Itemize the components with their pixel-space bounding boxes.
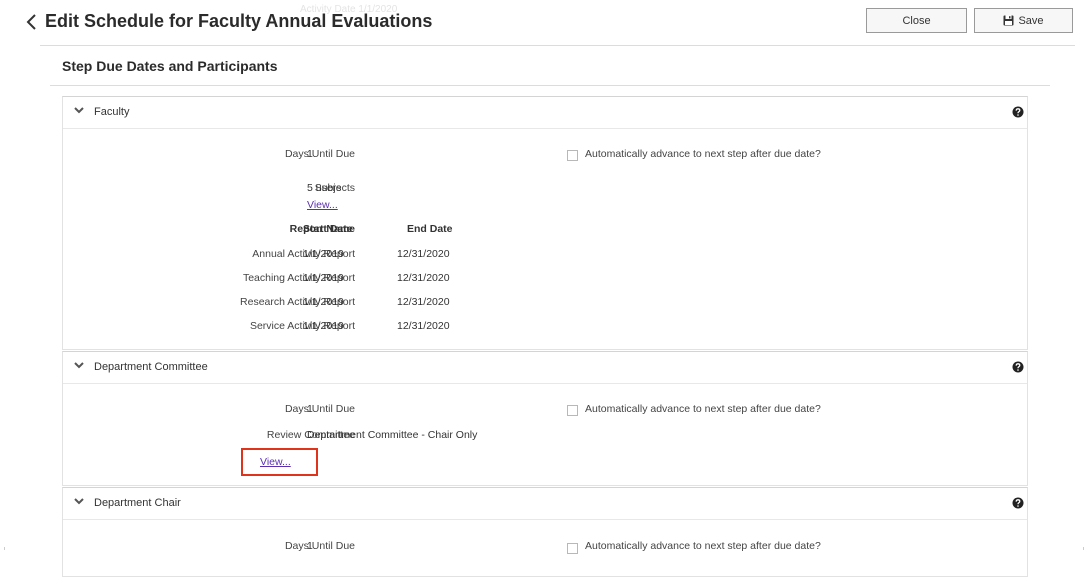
- subjects-view-link[interactable]: View...: [307, 199, 338, 211]
- auto-advance-label: Automatically advance to next step after…: [585, 540, 821, 552]
- auto-advance-label: Automatically advance to next step after…: [585, 148, 821, 160]
- close-button-label: Close: [902, 14, 931, 27]
- faculty-panel-header[interactable]: Faculty: [63, 97, 1027, 129]
- back-chevron-icon[interactable]: [24, 13, 40, 31]
- table-row-start: 1/1/2019: [303, 248, 344, 260]
- table-row-end: 12/31/2020: [397, 248, 450, 260]
- table-row-start: 1/1/2019: [303, 320, 344, 332]
- auto-advance-checkbox[interactable]: [567, 405, 578, 416]
- chair-panel-title: Department Chair: [94, 497, 181, 509]
- chair-panel-header[interactable]: Department Chair: [63, 488, 1027, 520]
- auto-advance-label: Automatically advance to next step after…: [585, 403, 821, 415]
- save-button[interactable]: Save: [974, 8, 1073, 33]
- table-row-end: 12/31/2020: [397, 272, 450, 284]
- help-question-icon[interactable]: [1012, 106, 1024, 118]
- committee-panel-header[interactable]: Department Committee: [63, 352, 1027, 384]
- committee-panel-title: Department Committee: [94, 361, 208, 373]
- left-edge-mark: [4, 547, 5, 550]
- page-header: Edit Schedule for Faculty Annual Evaluat…: [0, 0, 1088, 46]
- help-question-icon[interactable]: [1012, 497, 1024, 509]
- section-divider: [50, 85, 1050, 86]
- chevron-down-icon: [74, 107, 84, 114]
- days-until-due-value: 1: [307, 148, 313, 160]
- table-row-end: 12/31/2020: [397, 320, 450, 332]
- faculty-panel-title: Faculty: [94, 106, 130, 118]
- days-until-due-value: 1: [307, 540, 313, 552]
- faculty-panel: Faculty Days Until Due 1 Automatically a…: [62, 96, 1028, 350]
- chevron-down-icon: [74, 362, 84, 369]
- table-row-end: 12/31/2020: [397, 296, 450, 308]
- table-row-start: 1/1/2019: [303, 296, 344, 308]
- save-button-label: Save: [1018, 14, 1044, 27]
- right-edge-mark: [1083, 547, 1084, 550]
- ghost-activity-date: Activity Date 1/1/2020: [300, 4, 398, 15]
- section-title: Step Due Dates and Participants: [62, 58, 278, 74]
- subjects-value: 5 users: [307, 182, 342, 194]
- days-until-due-label: Days Until Due: [284, 540, 355, 552]
- days-until-due-label: Days Until Due: [284, 148, 355, 160]
- chevron-down-icon: [74, 498, 84, 505]
- header-divider: [40, 45, 1075, 46]
- review-committee-value: Deptartment Committee - Chair Only: [307, 429, 478, 441]
- committee-panel: Department Committee Days Until Due 1 Au…: [62, 351, 1028, 486]
- days-until-due-value: 1: [307, 403, 313, 415]
- help-question-icon[interactable]: [1012, 361, 1024, 373]
- table-row-start: 1/1/2019: [303, 272, 344, 284]
- auto-advance-checkbox[interactable]: [567, 150, 578, 161]
- committee-view-link[interactable]: View...: [260, 456, 291, 468]
- days-until-due-label: Days Until Due: [284, 403, 355, 415]
- close-button[interactable]: Close: [866, 8, 967, 33]
- auto-advance-checkbox[interactable]: [567, 543, 578, 554]
- end-date-header: End Date: [407, 223, 453, 235]
- floppy-disk-icon: [1003, 15, 1014, 26]
- start-date-header: Start Date: [303, 223, 353, 235]
